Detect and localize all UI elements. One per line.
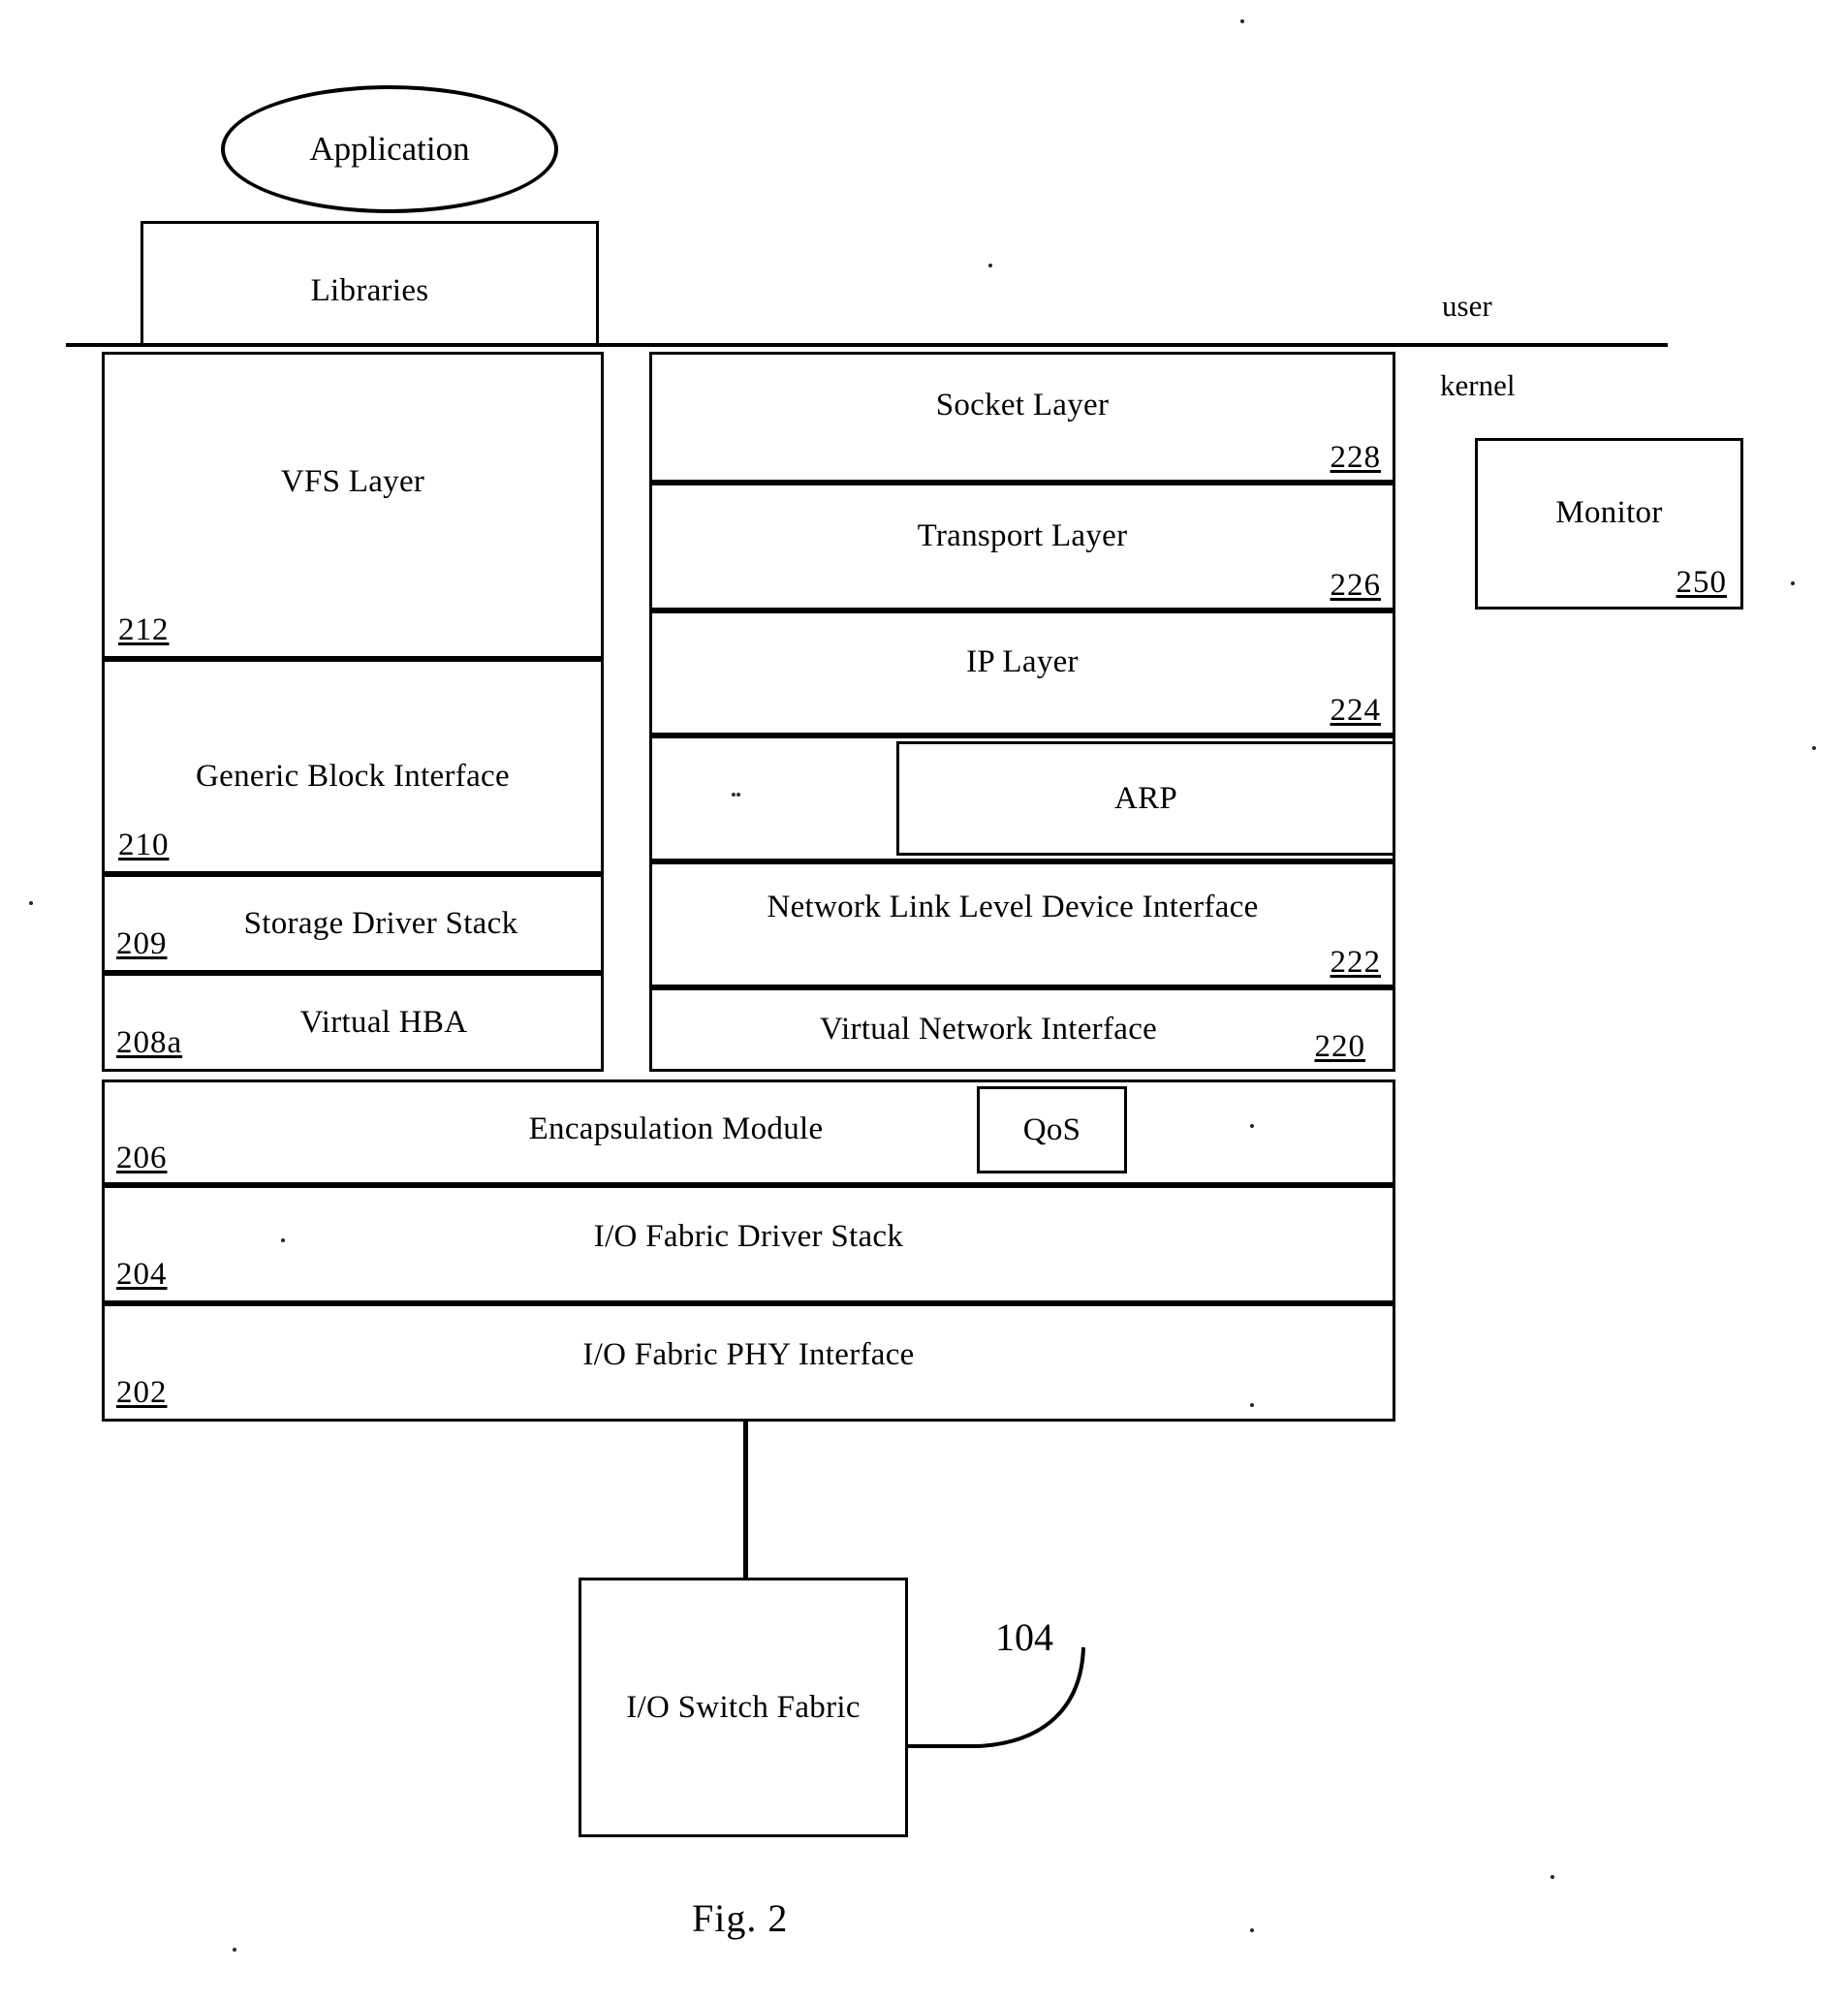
vfs-layer-label: VFS Layer — [280, 464, 425, 499]
scan-speck — [1250, 1403, 1254, 1407]
network-link-level-device-interface-ref-number: 222 — [1330, 945, 1381, 980]
qos-label: QoS — [1022, 1111, 1081, 1147]
io-switch-fabric-box: I/O Switch Fabric — [579, 1578, 908, 1837]
io-fabric-phy-interface-label: I/O Fabric PHY Interface — [582, 1337, 915, 1372]
switch-fabric-leader-line — [907, 1646, 1085, 1748]
user-zone-label: user — [1442, 289, 1492, 323]
virtual-network-interface-box: Virtual Network Interface 220 — [649, 987, 1395, 1072]
encapsulation-module-box: Encapsulation Module 206 — [102, 1079, 1395, 1185]
scan-speck — [29, 901, 33, 905]
ip-layer-label: IP Layer — [966, 644, 1079, 679]
virtual-hba-box: Virtual HBA 208a — [102, 973, 604, 1072]
libraries-label: Libraries — [310, 273, 429, 309]
arp-box: ARP — [896, 741, 1395, 856]
monitor-ref-number: 250 — [1676, 565, 1727, 600]
application-label: Application — [309, 130, 470, 168]
virtual-network-interface-ref-number: 220 — [1314, 1029, 1365, 1064]
io-fabric-driver-stack-box: I/O Fabric Driver Stack 204 — [102, 1185, 1395, 1303]
scan-speck — [988, 264, 992, 267]
io-fabric-phy-interface-box: I/O Fabric PHY Interface 202 — [102, 1303, 1395, 1422]
patent-figure-page: Application Libraries user kernel Monito… — [0, 0, 1848, 2002]
application-ellipse: Application — [221, 85, 558, 213]
scan-speck — [1550, 1875, 1554, 1879]
io-switch-fabric-ref-number: 104 — [995, 1615, 1053, 1659]
generic-block-interface-ref-number: 210 — [118, 828, 170, 862]
scan-speck — [1250, 1928, 1254, 1932]
vfs-layer-box: VFS Layer 212 — [102, 352, 604, 659]
virtual-hba-ref-number: 208a — [116, 1025, 183, 1060]
encapsulation-module-label: Encapsulation Module — [528, 1111, 824, 1146]
scan-speck — [1791, 581, 1795, 585]
generic-block-interface-label: Generic Block Interface — [196, 759, 510, 794]
scan-speck — [233, 1948, 236, 1952]
scan-speck — [1812, 746, 1816, 750]
scan-speck — [1250, 1124, 1254, 1128]
vfs-layer-ref-number: 212 — [118, 612, 170, 647]
network-link-level-device-interface-box: Network Link Level Device Interface 222 — [649, 861, 1395, 987]
io-fabric-driver-stack-ref-number: 204 — [116, 1257, 168, 1292]
io-fabric-driver-stack-label: I/O Fabric Driver Stack — [593, 1219, 904, 1254]
monitor-label: Monitor — [1555, 495, 1663, 530]
scan-speck — [1240, 19, 1244, 23]
encapsulation-module-ref-number: 206 — [116, 1141, 168, 1175]
network-link-level-device-interface-label: Network Link Level Device Interface — [767, 890, 1259, 924]
socket-layer-ref-number: 228 — [1330, 440, 1381, 475]
generic-block-interface-box: Generic Block Interface 210 — [102, 659, 604, 874]
socket-layer-label: Socket Layer — [935, 388, 1110, 422]
scan-speck — [281, 1238, 285, 1242]
io-fabric-phy-interface-ref-number: 202 — [116, 1375, 168, 1410]
kernel-zone-label: kernel — [1440, 368, 1516, 402]
ip-layer-ref-number: 224 — [1330, 693, 1381, 728]
transport-layer-ref-number: 226 — [1330, 568, 1381, 603]
transport-layer-label: Transport Layer — [917, 518, 1128, 553]
storage-driver-stack-ref-number: 209 — [116, 926, 168, 961]
qos-box: QoS — [977, 1086, 1127, 1173]
scan-speck — [736, 793, 740, 797]
ip-layer-box: IP Layer 224 — [649, 610, 1395, 735]
monitor-box: Monitor 250 — [1475, 438, 1743, 610]
storage-driver-stack-box: Storage Driver Stack 209 — [102, 874, 604, 973]
io-switch-fabric-label: I/O Switch Fabric — [626, 1689, 861, 1725]
libraries-box: Libraries — [141, 221, 599, 347]
figure-caption: Fig. 2 — [692, 1896, 789, 1940]
virtual-network-interface-label: Virtual Network Interface — [819, 1012, 1158, 1047]
virtual-hba-label: Virtual HBA — [299, 1005, 468, 1040]
socket-layer-box: Socket Layer 228 — [649, 352, 1395, 483]
fabric-connector-line — [743, 1422, 748, 1580]
scan-speck — [732, 793, 736, 797]
storage-driver-stack-label: Storage Driver Stack — [243, 906, 518, 941]
user-kernel-divider — [66, 343, 1668, 347]
arp-label: ARP — [1113, 780, 1178, 816]
transport-layer-box: Transport Layer 226 — [649, 483, 1395, 610]
